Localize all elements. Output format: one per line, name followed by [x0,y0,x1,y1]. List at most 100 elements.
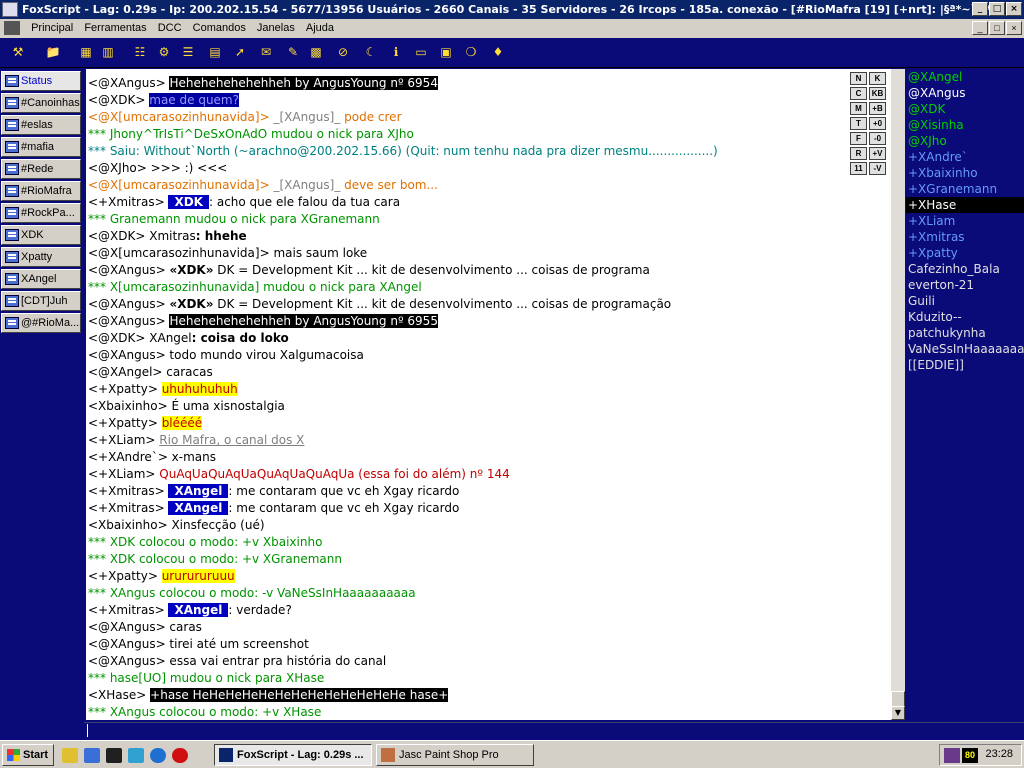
tools-icon[interactable]: ⚒ [10,45,26,60]
switchbar-item[interactable]: #mafia [1,137,81,157]
script-icon[interactable]: ✎ [285,45,301,60]
dcc-chat-icon[interactable]: ✉ [258,45,274,60]
colors-icon[interactable]: ▩ [308,45,324,60]
close-button[interactable]: × [1006,2,1022,16]
menu-comandos[interactable]: Comandos [189,19,250,38]
options-icon[interactable]: ⚙ [156,45,172,60]
switchbar-item[interactable]: XAngel [1,269,81,289]
switchbar-item[interactable]: #RioMafra [1,181,81,201]
maximize-button[interactable]: □ [989,2,1005,16]
nick-item[interactable]: patchukynha [906,325,1024,341]
switchbar-item[interactable]: #Rede [1,159,81,179]
menu-ajuda[interactable]: Ajuda [302,19,338,38]
nick-item[interactable]: +XAndre` [906,149,1024,165]
command-prompt-icon[interactable] [106,748,122,763]
channel-list-icon[interactable]: ▦ [78,45,94,60]
switchbar-item[interactable]: [CDT]Juh [1,291,81,311]
internet-explorer-icon[interactable] [150,748,166,763]
task-foxscript[interactable]: FoxScript - Lag: 0.29s ... [214,744,372,766]
format-button[interactable]: C [850,87,867,100]
about-icon[interactable]: ℹ [388,45,404,60]
network-icon[interactable] [128,748,144,763]
chat-line: <@XAngus> caras [86,619,891,636]
format-button[interactable]: KB [869,87,886,100]
nick-item[interactable]: @XJho [906,133,1024,149]
title-bar[interactable]: FoxScript - Lag: 0.29s - Ip: 200.202.15.… [0,0,1024,19]
nick-item[interactable]: @XAngus [906,85,1024,101]
nick-item[interactable]: @XDK [906,101,1024,117]
switchbar-item[interactable]: #RockPa... [1,203,81,223]
format-button[interactable]: N [850,72,867,85]
list-icon[interactable]: ☰ [180,45,196,60]
format-button[interactable]: -V [869,162,886,175]
scroll-down-icon[interactable]: ▼ [891,706,905,720]
menu-janelas[interactable]: Janelas [253,19,299,38]
notify-icon[interactable]: ☷ [132,45,148,60]
nick-item[interactable]: everton-21 [906,277,1024,293]
format-button[interactable]: +V [869,147,886,160]
chat-scrollbar[interactable]: ▼ [891,69,905,720]
chat-segment: : me contaram que vc eh Xgay ricardo [228,501,460,515]
nick-item[interactable]: @Xisinha [906,117,1024,133]
format-button[interactable]: K [869,72,886,85]
help-icon[interactable]: ❍ [463,45,479,60]
log-icon[interactable]: ▤ [207,45,223,60]
menu-ferramentas[interactable]: Ferramentas [80,19,150,38]
nick-item[interactable]: +XHase [906,197,1024,213]
nick-item[interactable]: +Xbaixinho [906,165,1024,181]
mdi-window-icon[interactable] [4,21,20,35]
app-icon[interactable] [2,2,18,17]
format-button[interactable]: F [850,132,867,145]
mdi-minimize-button[interactable]: _ [972,21,988,35]
address-book-icon[interactable]: ▥ [100,45,116,60]
nick-item[interactable]: +XGranemann [906,181,1024,197]
format-button[interactable]: R [850,147,867,160]
mdi-close-button[interactable]: × [1006,21,1022,35]
switchbar-item[interactable]: #Canoinhas [1,93,81,113]
chat-segment: <@XAngus> [88,314,170,328]
nick-item[interactable]: +Xpatty [906,245,1024,261]
show-desktop-icon[interactable] [62,748,78,763]
format-button[interactable]: +0 [869,117,886,130]
chat-segment: <+Xmitras> [88,195,169,209]
format-button[interactable]: +B [869,102,886,115]
nick-item[interactable]: @XAngel [906,69,1024,85]
menu-principal[interactable]: Principal [27,19,77,38]
chat-segment: *** XAngus colocou o modo: +v XHase [88,705,322,719]
mdi-restore-button[interactable]: □ [989,21,1005,35]
minimize-button[interactable]: _ [972,2,988,16]
clock[interactable]: 23:28 [985,748,1013,760]
light-icon[interactable]: ♦ [490,45,506,60]
format-button[interactable]: 11 [850,162,867,175]
nick-item[interactable]: [[EDDIE]] [906,357,1024,373]
switchbar-item[interactable]: XDK [1,225,81,245]
switchbar-item[interactable]: Status [1,71,81,91]
task-paint-shop-pro[interactable]: Jasc Paint Shop Pro [376,744,534,766]
tray-indicator-icon[interactable]: 80 [962,748,978,763]
opera-icon[interactable] [172,748,188,763]
nick-item[interactable]: VaNeSsInHaaaaaaaaaa [906,341,1024,357]
nick-item[interactable]: +Xmitras [906,229,1024,245]
start-button[interactable]: Start [2,744,54,766]
dcc-send-icon[interactable]: ➚ [232,45,248,60]
tile-icon[interactable]: ▣ [438,45,454,60]
outlook-express-icon[interactable] [84,748,100,763]
menu-dcc[interactable]: DCC [154,19,186,38]
switchbar-item[interactable]: @#RioMa... [1,313,81,333]
nick-item[interactable]: +XLiam [906,213,1024,229]
format-button[interactable]: -0 [869,132,886,145]
nick-item[interactable]: Guili [906,293,1024,309]
scrollbar-thumb[interactable] [891,691,905,707]
chat-input[interactable] [86,724,1016,737]
nick-item[interactable]: Cafezinho_Bala [906,261,1024,277]
nick-item[interactable]: Kduzito-- [906,309,1024,325]
format-button[interactable]: M [850,102,867,115]
tray-app-icon[interactable] [944,748,960,763]
ignore-icon[interactable]: ⊘ [335,45,351,60]
switchbar-item[interactable]: #eslas [1,115,81,135]
switchbar-item[interactable]: Xpatty [1,247,81,267]
cascade-icon[interactable]: ▭ [413,45,429,60]
away-icon[interactable]: ☾ [363,45,379,60]
format-button[interactable]: T [850,117,867,130]
folder-icon[interactable]: 📁 [45,45,61,60]
